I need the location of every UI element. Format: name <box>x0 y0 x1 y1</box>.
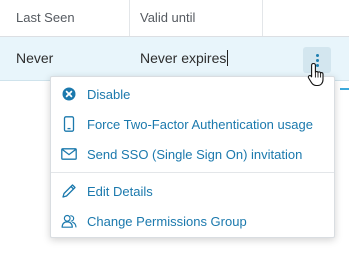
valid-until-value: Never expires <box>140 50 227 66</box>
disable-circle-x-icon <box>61 86 77 102</box>
kebab-dot <box>315 53 319 57</box>
table-row[interactable]: Never Never expires <box>0 37 349 81</box>
hand-pointer-cursor-icon <box>307 62 324 87</box>
menu-item-force-2fa[interactable]: Force Two-Factor Authentication usage <box>51 109 334 139</box>
users-group-icon <box>61 213 77 229</box>
menu-divider <box>51 172 334 173</box>
pencil-icon <box>61 183 77 199</box>
menu-item-label: Change Permissions Group <box>87 213 247 229</box>
envelope-icon <box>61 146 77 162</box>
valid-until-cell: Never expires <box>140 37 229 80</box>
column-header-valid-until[interactable]: Valid until <box>140 0 195 36</box>
column-header-last-seen[interactable]: Last Seen <box>16 0 75 36</box>
mobile-phone-icon <box>61 116 77 132</box>
menu-item-change-permissions-group[interactable]: Change Permissions Group <box>51 206 334 236</box>
menu-item-label: Edit Details <box>87 183 153 199</box>
menu-item-disable[interactable]: Disable <box>51 79 334 109</box>
menu-item-send-sso-invitation[interactable]: Send SSO (Single Sign On) invitation <box>51 139 334 169</box>
last-seen-cell: Never <box>16 37 53 80</box>
menu-item-label: Disable <box>87 86 131 102</box>
menu-item-edit-details[interactable]: Edit Details <box>51 176 334 206</box>
menu-item-label: Send SSO (Single Sign On) invitation <box>87 146 303 162</box>
column-divider <box>129 0 130 36</box>
text-cursor <box>227 50 229 66</box>
accent-line <box>340 88 349 90</box>
column-divider <box>262 0 263 36</box>
row-actions-menu: Disable Force Two-Factor Authentication … <box>50 76 335 238</box>
menu-item-label: Force Two-Factor Authentication usage <box>87 116 313 132</box>
last-seen-value: Never <box>16 50 54 66</box>
table-header: Last Seen Valid until <box>0 0 349 37</box>
